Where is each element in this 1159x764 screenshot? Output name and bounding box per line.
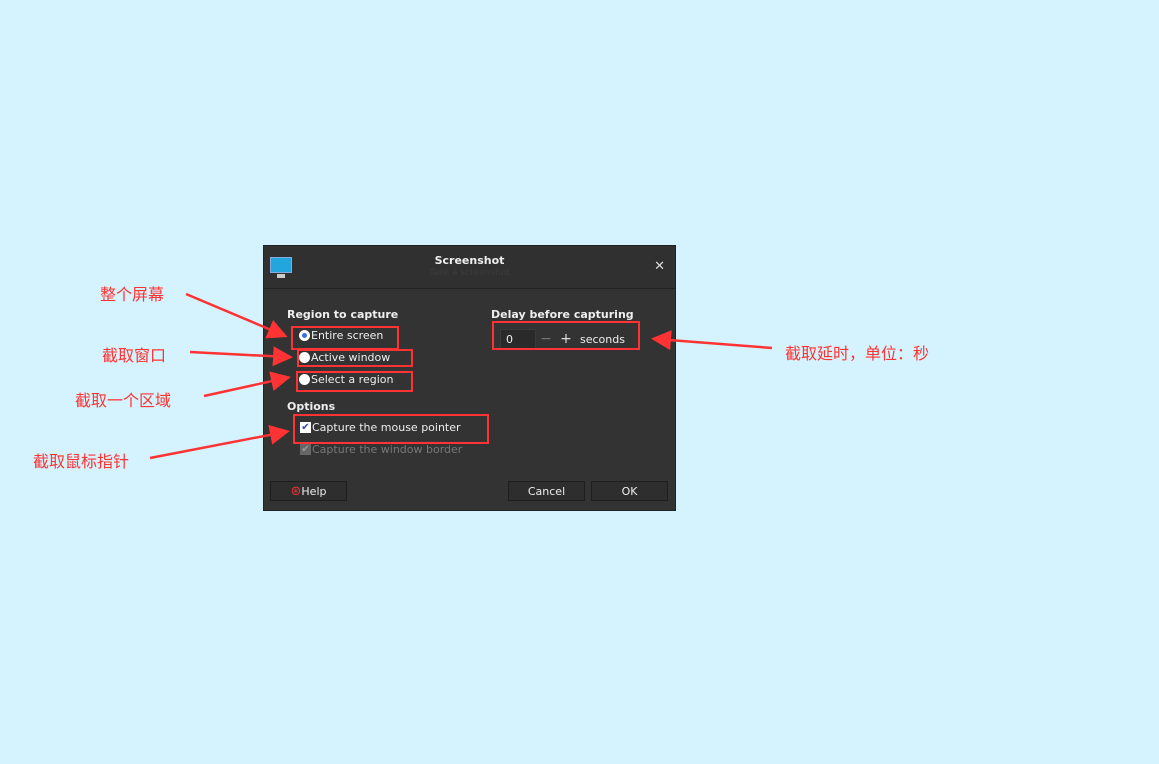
annotation-active-window: 截取窗口 <box>102 346 167 365</box>
arrow-active-window <box>189 346 293 367</box>
annotation-select-region: 截取一个区域 <box>75 391 172 410</box>
annotation-arrows <box>149 292 773 460</box>
annotation-entire-screen: 整个屏幕 <box>100 285 165 304</box>
arrow-mouse-pointer <box>149 425 290 460</box>
arrow-delay <box>651 330 773 351</box>
annotation-delay: 截取延时，单位：秒 <box>785 344 930 363</box>
arrow-select-region <box>203 371 291 398</box>
annotation-mouse-pointer: 截取鼠标指针 <box>33 452 130 471</box>
arrow-entire-screen <box>185 292 288 339</box>
